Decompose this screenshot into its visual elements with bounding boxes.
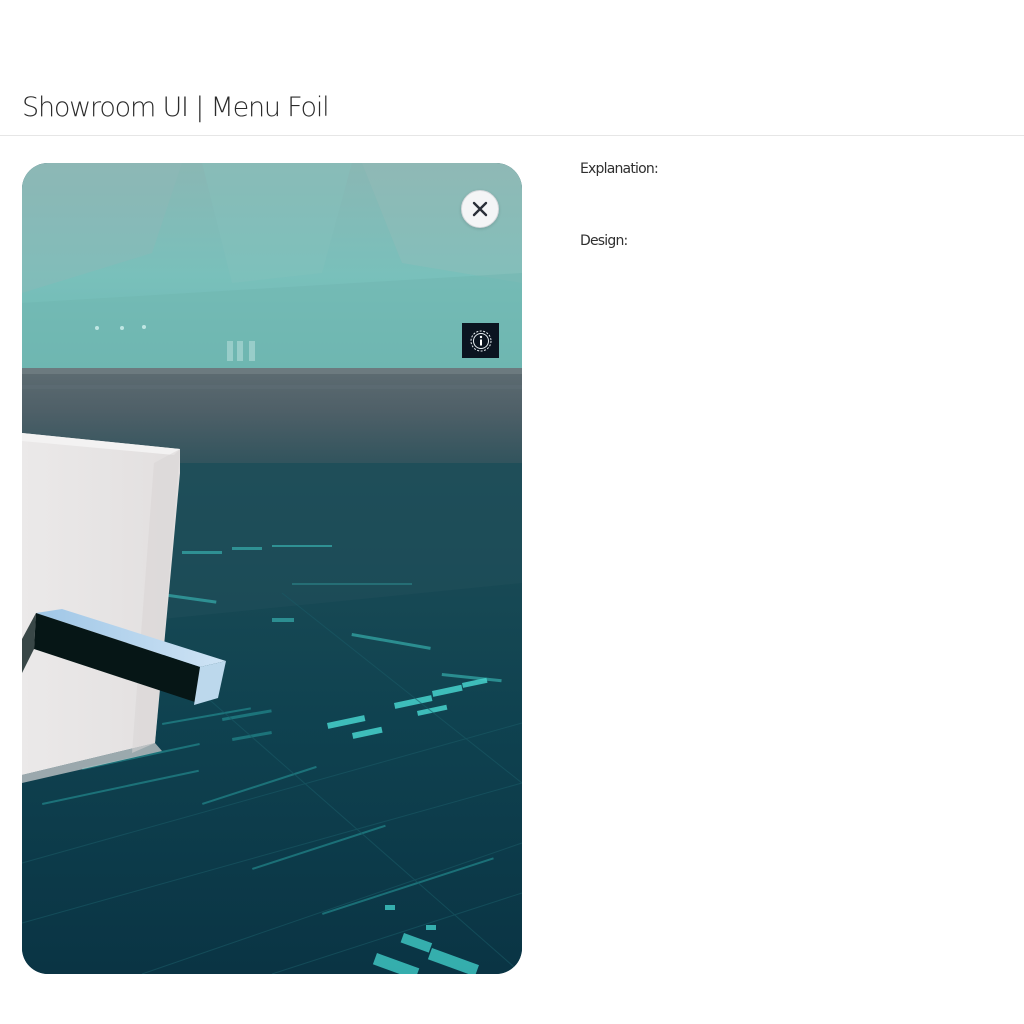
info-icon xyxy=(470,330,491,351)
info-button[interactable] xyxy=(462,323,499,358)
design-label: Design: xyxy=(580,233,628,249)
page: Showroom UI | Menu Foil Explanation: Des… xyxy=(0,0,1024,1024)
close-button[interactable] xyxy=(461,190,499,228)
scene-preview[interactable] xyxy=(22,163,522,974)
close-icon xyxy=(472,201,488,217)
details-panel: Explanation: Design: xyxy=(580,158,1000,252)
page-header: Showroom UI | Menu Foil xyxy=(0,0,1024,136)
page-title: Showroom UI | Menu Foil xyxy=(22,92,330,123)
3d-scene-render xyxy=(22,163,522,974)
explanation-label: Explanation: xyxy=(580,161,659,177)
